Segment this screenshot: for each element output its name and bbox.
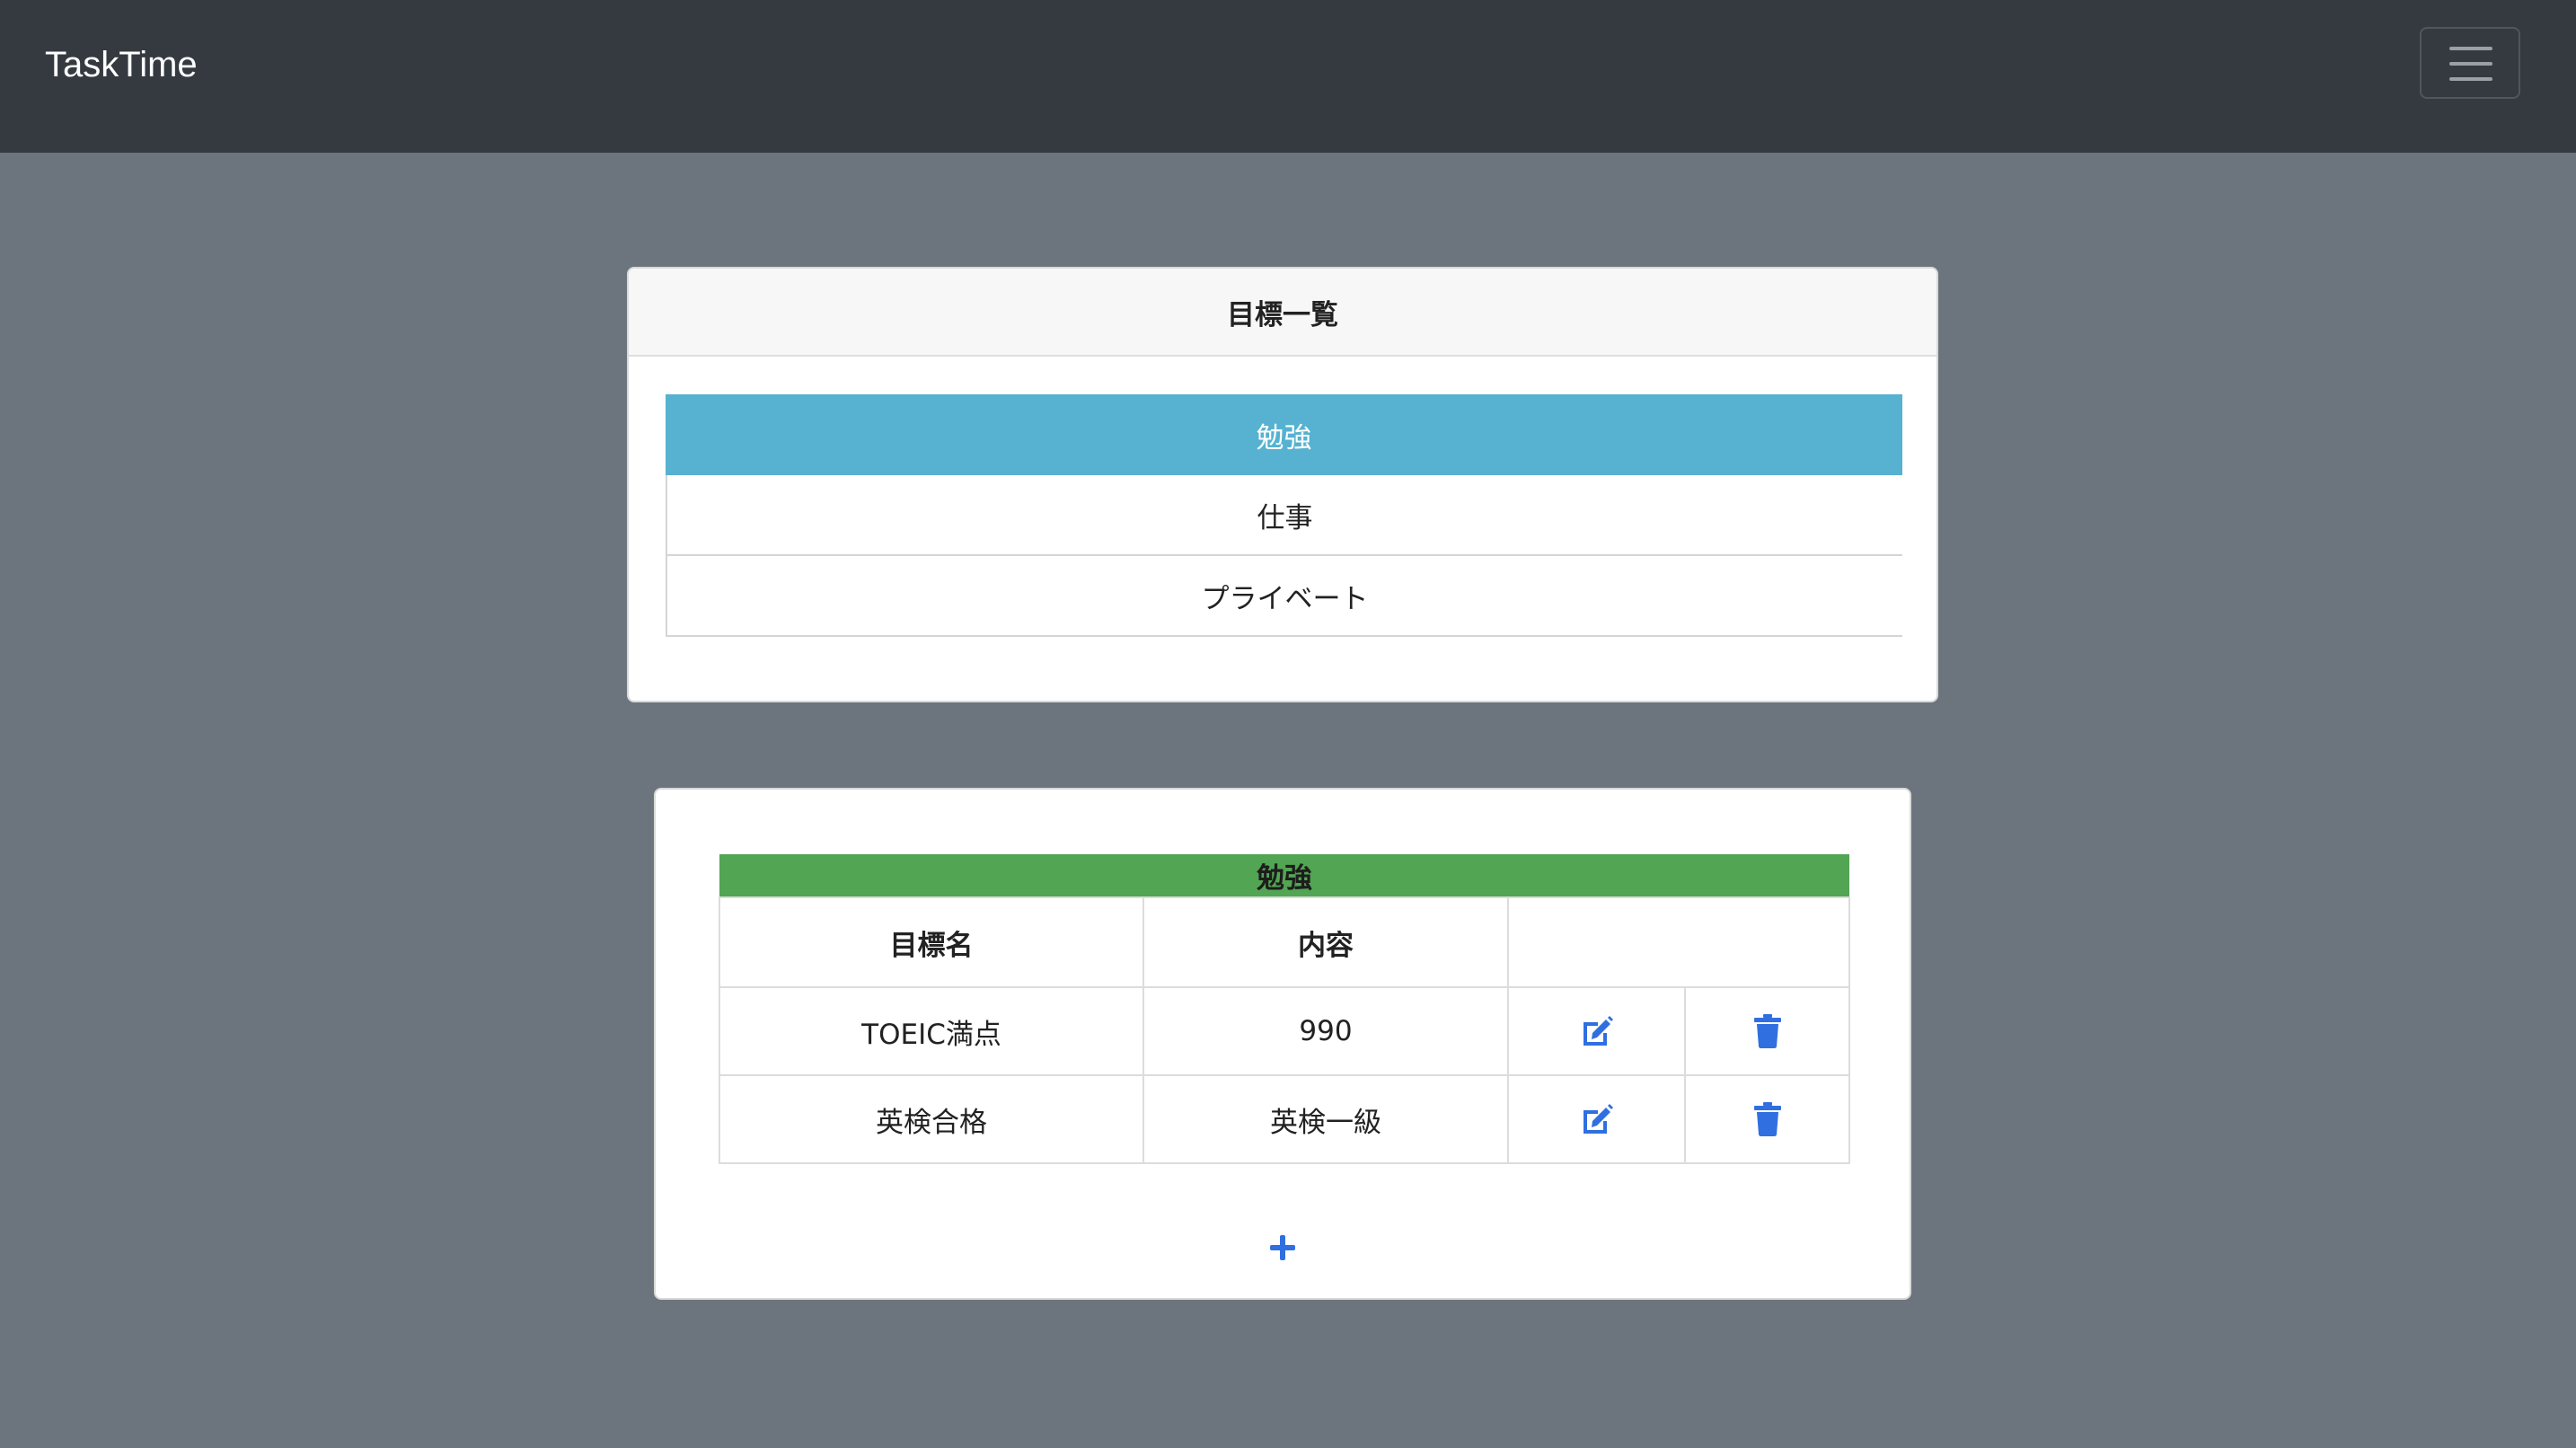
goals-card: 目標一覧 勉強 仕事 プライベート	[627, 267, 1938, 702]
table-category-title: 勉強	[719, 854, 1849, 897]
table-row: 英検合格 英検一級	[719, 1074, 1850, 1164]
category-item-private[interactable]: プライベート	[666, 556, 1902, 637]
goal-name-cell: TOEIC満点	[719, 986, 1144, 1076]
trash-icon[interactable]	[1748, 1099, 1787, 1139]
content-cell: 英検一級	[1142, 1074, 1509, 1164]
trash-icon[interactable]	[1748, 1011, 1787, 1051]
delete-cell	[1684, 986, 1850, 1076]
edit-cell	[1507, 1074, 1686, 1164]
navbar: TaskTime	[0, 0, 2576, 153]
hamburger-menu-icon	[2449, 47, 2492, 50]
add-goal-button[interactable]	[1254, 1219, 1311, 1276]
edit-icon[interactable]	[1577, 1099, 1617, 1139]
delete-cell	[1684, 1074, 1850, 1164]
header-content: 内容	[1142, 896, 1509, 988]
category-list: 勉強 仕事 プライベート	[666, 394, 1902, 637]
goal-name-cell: 英検合格	[719, 1074, 1144, 1164]
brand-link[interactable]: TaskTime	[45, 40, 198, 90]
task-card: 勉強 目標名 内容 TOEIC満点 990 英検合格 英検一級	[654, 788, 1911, 1300]
goals-card-title: 目標一覧	[629, 269, 1936, 357]
content-cell: 990	[1142, 986, 1509, 1076]
hamburger-menu-icon	[2449, 77, 2492, 81]
table-caption-row: 勉強	[719, 854, 1849, 897]
header-actions	[1507, 896, 1850, 988]
category-item-work[interactable]: 仕事	[666, 475, 1902, 556]
table-header-row: 目標名 内容	[719, 896, 1850, 988]
goals-table: 勉強 目標名 内容 TOEIC満点 990 英検合格 英検一級	[719, 854, 1850, 1164]
menu-toggle-button[interactable]	[2420, 27, 2520, 99]
table-row: TOEIC満点 990	[719, 986, 1850, 1076]
edit-icon[interactable]	[1577, 1011, 1617, 1051]
header-goal-name: 目標名	[719, 896, 1144, 988]
hamburger-menu-icon	[2449, 62, 2492, 66]
plus-icon	[1270, 1235, 1295, 1260]
edit-cell	[1507, 986, 1686, 1076]
category-item-study[interactable]: 勉強	[666, 394, 1902, 475]
